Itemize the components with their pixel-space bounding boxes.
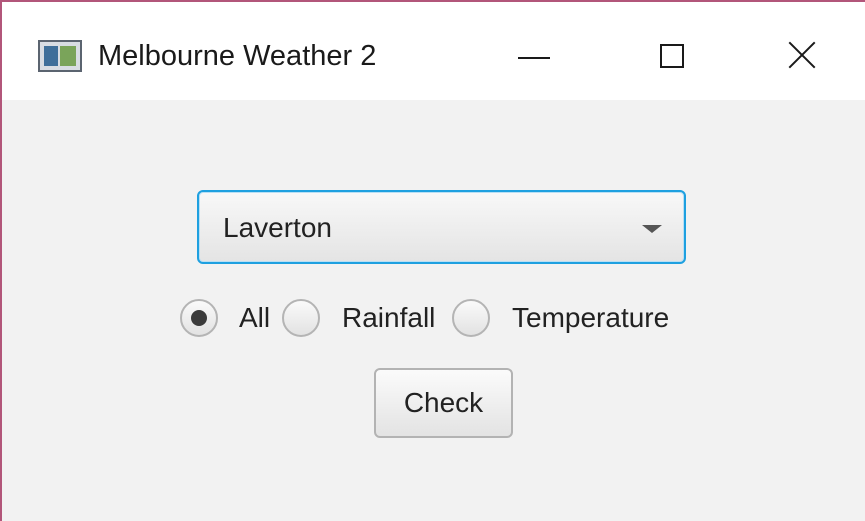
chevron-down-icon bbox=[642, 225, 662, 233]
app-icon-pane bbox=[44, 46, 58, 66]
radio-temperature[interactable]: Temperature bbox=[452, 297, 669, 339]
minimize-button[interactable] bbox=[475, 22, 575, 92]
radio-temperature-label: Temperature bbox=[512, 302, 670, 333]
radio-all-circle[interactable] bbox=[180, 299, 218, 337]
minimize-icon bbox=[518, 57, 550, 59]
radio-temperature-circle[interactable] bbox=[452, 299, 490, 337]
title-bar[interactable]: Melbourne Weather 2 bbox=[2, 2, 865, 100]
window-title: Melbourne Weather 2 bbox=[98, 40, 377, 72]
radio-rainfall[interactable]: Rainfall bbox=[282, 297, 435, 339]
radio-rainfall-circle[interactable] bbox=[282, 299, 320, 337]
app-window-icon bbox=[38, 40, 82, 72]
maximize-icon bbox=[660, 44, 684, 68]
close-icon bbox=[787, 40, 817, 70]
close-button[interactable] bbox=[747, 22, 847, 92]
app-icon-pane bbox=[60, 46, 76, 66]
radio-all[interactable]: All bbox=[180, 297, 270, 339]
app-window: Melbourne Weather 2 Laverton All Rainfal… bbox=[0, 0, 865, 521]
check-button[interactable]: Check bbox=[374, 368, 513, 438]
maximize-button[interactable] bbox=[623, 22, 723, 92]
station-dropdown-value: Laverton bbox=[223, 212, 332, 243]
station-dropdown[interactable]: Laverton bbox=[197, 190, 686, 264]
radio-all-label: All bbox=[239, 302, 271, 333]
radio-rainfall-label: Rainfall bbox=[342, 302, 436, 333]
